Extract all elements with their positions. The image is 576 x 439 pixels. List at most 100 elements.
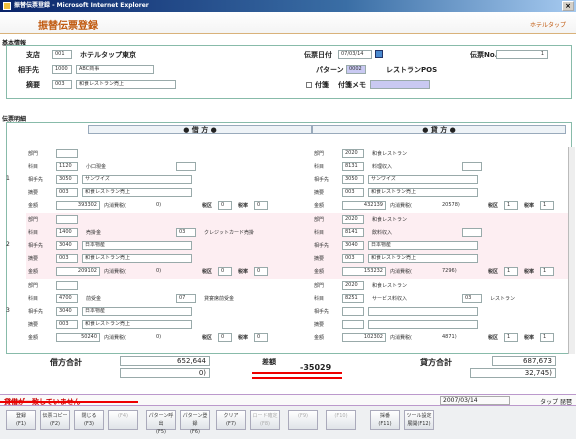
fkey-key: (F1) bbox=[16, 421, 26, 427]
debit-dept-field[interactable] bbox=[56, 215, 78, 224]
slip-number-field[interactable]: 1 bbox=[496, 50, 548, 59]
debit-summary-code[interactable]: 003 bbox=[56, 254, 78, 263]
debit-amount-field[interactable]: 209102 bbox=[56, 267, 100, 276]
fkey-button-10[interactable]: (F10) bbox=[326, 410, 356, 430]
fkey-key: (F5) bbox=[156, 429, 166, 435]
fkey-button-5[interactable]: パターン呼出 (F5) bbox=[146, 410, 176, 435]
branch-name: ホテルタップ東京 bbox=[80, 51, 136, 59]
diff-underline bbox=[252, 372, 342, 374]
debit-summary-text[interactable]: 和食レストラン売上 bbox=[82, 254, 192, 263]
debit-dept-field[interactable] bbox=[56, 281, 78, 290]
credit-row-label-account: 科目 bbox=[314, 164, 325, 170]
debit-sub-code[interactable] bbox=[176, 162, 196, 171]
branch-code-field[interactable]: 001 bbox=[52, 50, 72, 59]
credit-summary-text[interactable]: 和食レストラン売上 bbox=[368, 254, 478, 263]
fkey-button-6[interactable]: パターン登録 (F6) bbox=[180, 410, 210, 435]
close-icon[interactable]: × bbox=[562, 1, 574, 11]
fkey-button-2[interactable]: 伝票コピー (F2) bbox=[40, 410, 70, 430]
credit-account-code[interactable]: 8141 bbox=[342, 228, 364, 237]
debit-tax-amount: 0) bbox=[156, 334, 162, 340]
credit-account-code[interactable]: 8251 bbox=[342, 294, 364, 303]
fkey-button-9[interactable]: (F9) bbox=[288, 410, 318, 430]
credit-rate-field[interactable]: 1 bbox=[540, 201, 554, 210]
credit-amount-field[interactable]: 153232 bbox=[342, 267, 386, 276]
credit-sub-code[interactable] bbox=[462, 228, 482, 237]
credit-tax-label: 内消費税( bbox=[390, 269, 412, 275]
fkey-button-8[interactable]: ロード確定 (F8) bbox=[250, 410, 280, 430]
debit-account-code[interactable]: 1120 bbox=[56, 162, 78, 171]
credit-partner-name: サンワイズ bbox=[368, 175, 478, 184]
pattern-name: レストランPOS bbox=[386, 66, 438, 74]
debit-partner-code[interactable]: 3050 bbox=[56, 175, 78, 184]
debit-dept-field[interactable] bbox=[56, 149, 78, 158]
fkey-button-12[interactable]: ツール設定 展開(F12) bbox=[404, 410, 434, 430]
credit-rate-field[interactable]: 1 bbox=[540, 333, 554, 342]
credit-partner-code[interactable]: 3050 bbox=[342, 175, 364, 184]
calendar-icon[interactable] bbox=[375, 50, 383, 58]
debit-rate-field[interactable]: 0 bbox=[254, 201, 268, 210]
fkey-button-4[interactable]: (F4) bbox=[108, 410, 138, 430]
credit-sub-code[interactable]: 03 bbox=[462, 294, 482, 303]
partner-code-field[interactable]: 1000 bbox=[52, 65, 72, 74]
credit-account-name: 料理収入 bbox=[372, 164, 393, 170]
debit-account-code[interactable]: 4700 bbox=[56, 294, 78, 303]
fkey-button-7[interactable]: クリア (F7) bbox=[216, 410, 246, 430]
credit-summary-code[interactable] bbox=[342, 320, 364, 329]
debit-taxcat-field[interactable]: 0 bbox=[218, 201, 232, 210]
debit-taxcat-field[interactable]: 0 bbox=[218, 333, 232, 342]
credit-summary-text[interactable]: 和食レストラン売上 bbox=[368, 188, 478, 197]
credit-taxcat-label: 税区 bbox=[488, 269, 499, 275]
debit-rate-field[interactable]: 0 bbox=[254, 333, 268, 342]
debit-partner-code[interactable]: 3040 bbox=[56, 307, 78, 316]
debit-partner-code[interactable]: 3040 bbox=[56, 241, 78, 250]
fkey-button-1[interactable]: 登録 (F1) bbox=[6, 410, 36, 430]
fkey-key: (F3) bbox=[84, 421, 94, 427]
credit-dept-field[interactable]: 2020 bbox=[342, 149, 364, 158]
credit-dept-field[interactable]: 2020 bbox=[342, 281, 364, 290]
summary-code-field[interactable]: 003 bbox=[52, 80, 72, 89]
debit-summary-code[interactable]: 003 bbox=[56, 320, 78, 329]
date-field[interactable]: 07/03/14 bbox=[338, 50, 372, 59]
error-underline bbox=[0, 401, 138, 403]
credit-rate-field[interactable]: 1 bbox=[540, 267, 554, 276]
credit-amount-field[interactable]: 102302 bbox=[342, 333, 386, 342]
credit-summary-text[interactable] bbox=[368, 320, 478, 329]
credit-partner-code[interactable]: 3040 bbox=[342, 241, 364, 250]
debit-partner-name: 日本物産 bbox=[82, 241, 192, 250]
credit-partner-code[interactable] bbox=[342, 307, 364, 316]
credit-sub-code[interactable] bbox=[462, 162, 482, 171]
debit-tax-label: 内消費税( bbox=[104, 269, 126, 275]
debit-summary-text[interactable]: 和食レストラン売上 bbox=[82, 188, 192, 197]
credit-summary-code[interactable]: 003 bbox=[342, 188, 364, 197]
debit-row-label-account: 科目 bbox=[28, 164, 39, 170]
debit-amount-field[interactable]: 393302 bbox=[56, 201, 100, 210]
company-name: ホテルタップ bbox=[529, 22, 566, 29]
debit-taxcat-field[interactable]: 0 bbox=[218, 267, 232, 276]
fkey-button-3[interactable]: 閉じる (F3) bbox=[74, 410, 104, 430]
debit-amount-field[interactable]: 50240 bbox=[56, 333, 100, 342]
credit-summary-code[interactable]: 003 bbox=[342, 254, 364, 263]
debit-sub-code[interactable]: 03 bbox=[176, 228, 196, 237]
debit-summary-code[interactable]: 003 bbox=[56, 188, 78, 197]
debit-account-code[interactable]: 1400 bbox=[56, 228, 78, 237]
debit-summary-text[interactable]: 和食レストラン売上 bbox=[82, 320, 192, 329]
credit-taxcat-field[interactable]: 1 bbox=[504, 201, 518, 210]
sticky-memo-field[interactable] bbox=[370, 80, 430, 89]
debit-tax-amount: 0) bbox=[156, 202, 162, 208]
credit-amount-field[interactable]: 432139 bbox=[342, 201, 386, 210]
credit-taxcat-field[interactable]: 1 bbox=[504, 267, 518, 276]
debit-sub-code[interactable]: 07 bbox=[176, 294, 196, 303]
debit-rate-field[interactable]: 0 bbox=[254, 267, 268, 276]
detail-scrollbar[interactable] bbox=[568, 147, 575, 354]
credit-taxcat-field[interactable]: 1 bbox=[504, 333, 518, 342]
credit-account-code[interactable]: 8131 bbox=[342, 162, 364, 171]
debit-rate-label: 税率 bbox=[238, 335, 249, 341]
fkey-button-11[interactable]: 採番 (F11) bbox=[370, 410, 400, 430]
fkey-key: 展開(F12) bbox=[407, 421, 431, 427]
credit-dept-field[interactable]: 2020 bbox=[342, 215, 364, 224]
summary-text-field[interactable]: 和食レストラン売上 bbox=[76, 80, 176, 89]
pattern-code-field[interactable]: 0002 bbox=[346, 65, 366, 74]
credit-account-name: 飲料収入 bbox=[372, 230, 393, 236]
fkey-label: 閉じる bbox=[81, 413, 97, 419]
sticky-checkbox[interactable] bbox=[306, 82, 312, 88]
